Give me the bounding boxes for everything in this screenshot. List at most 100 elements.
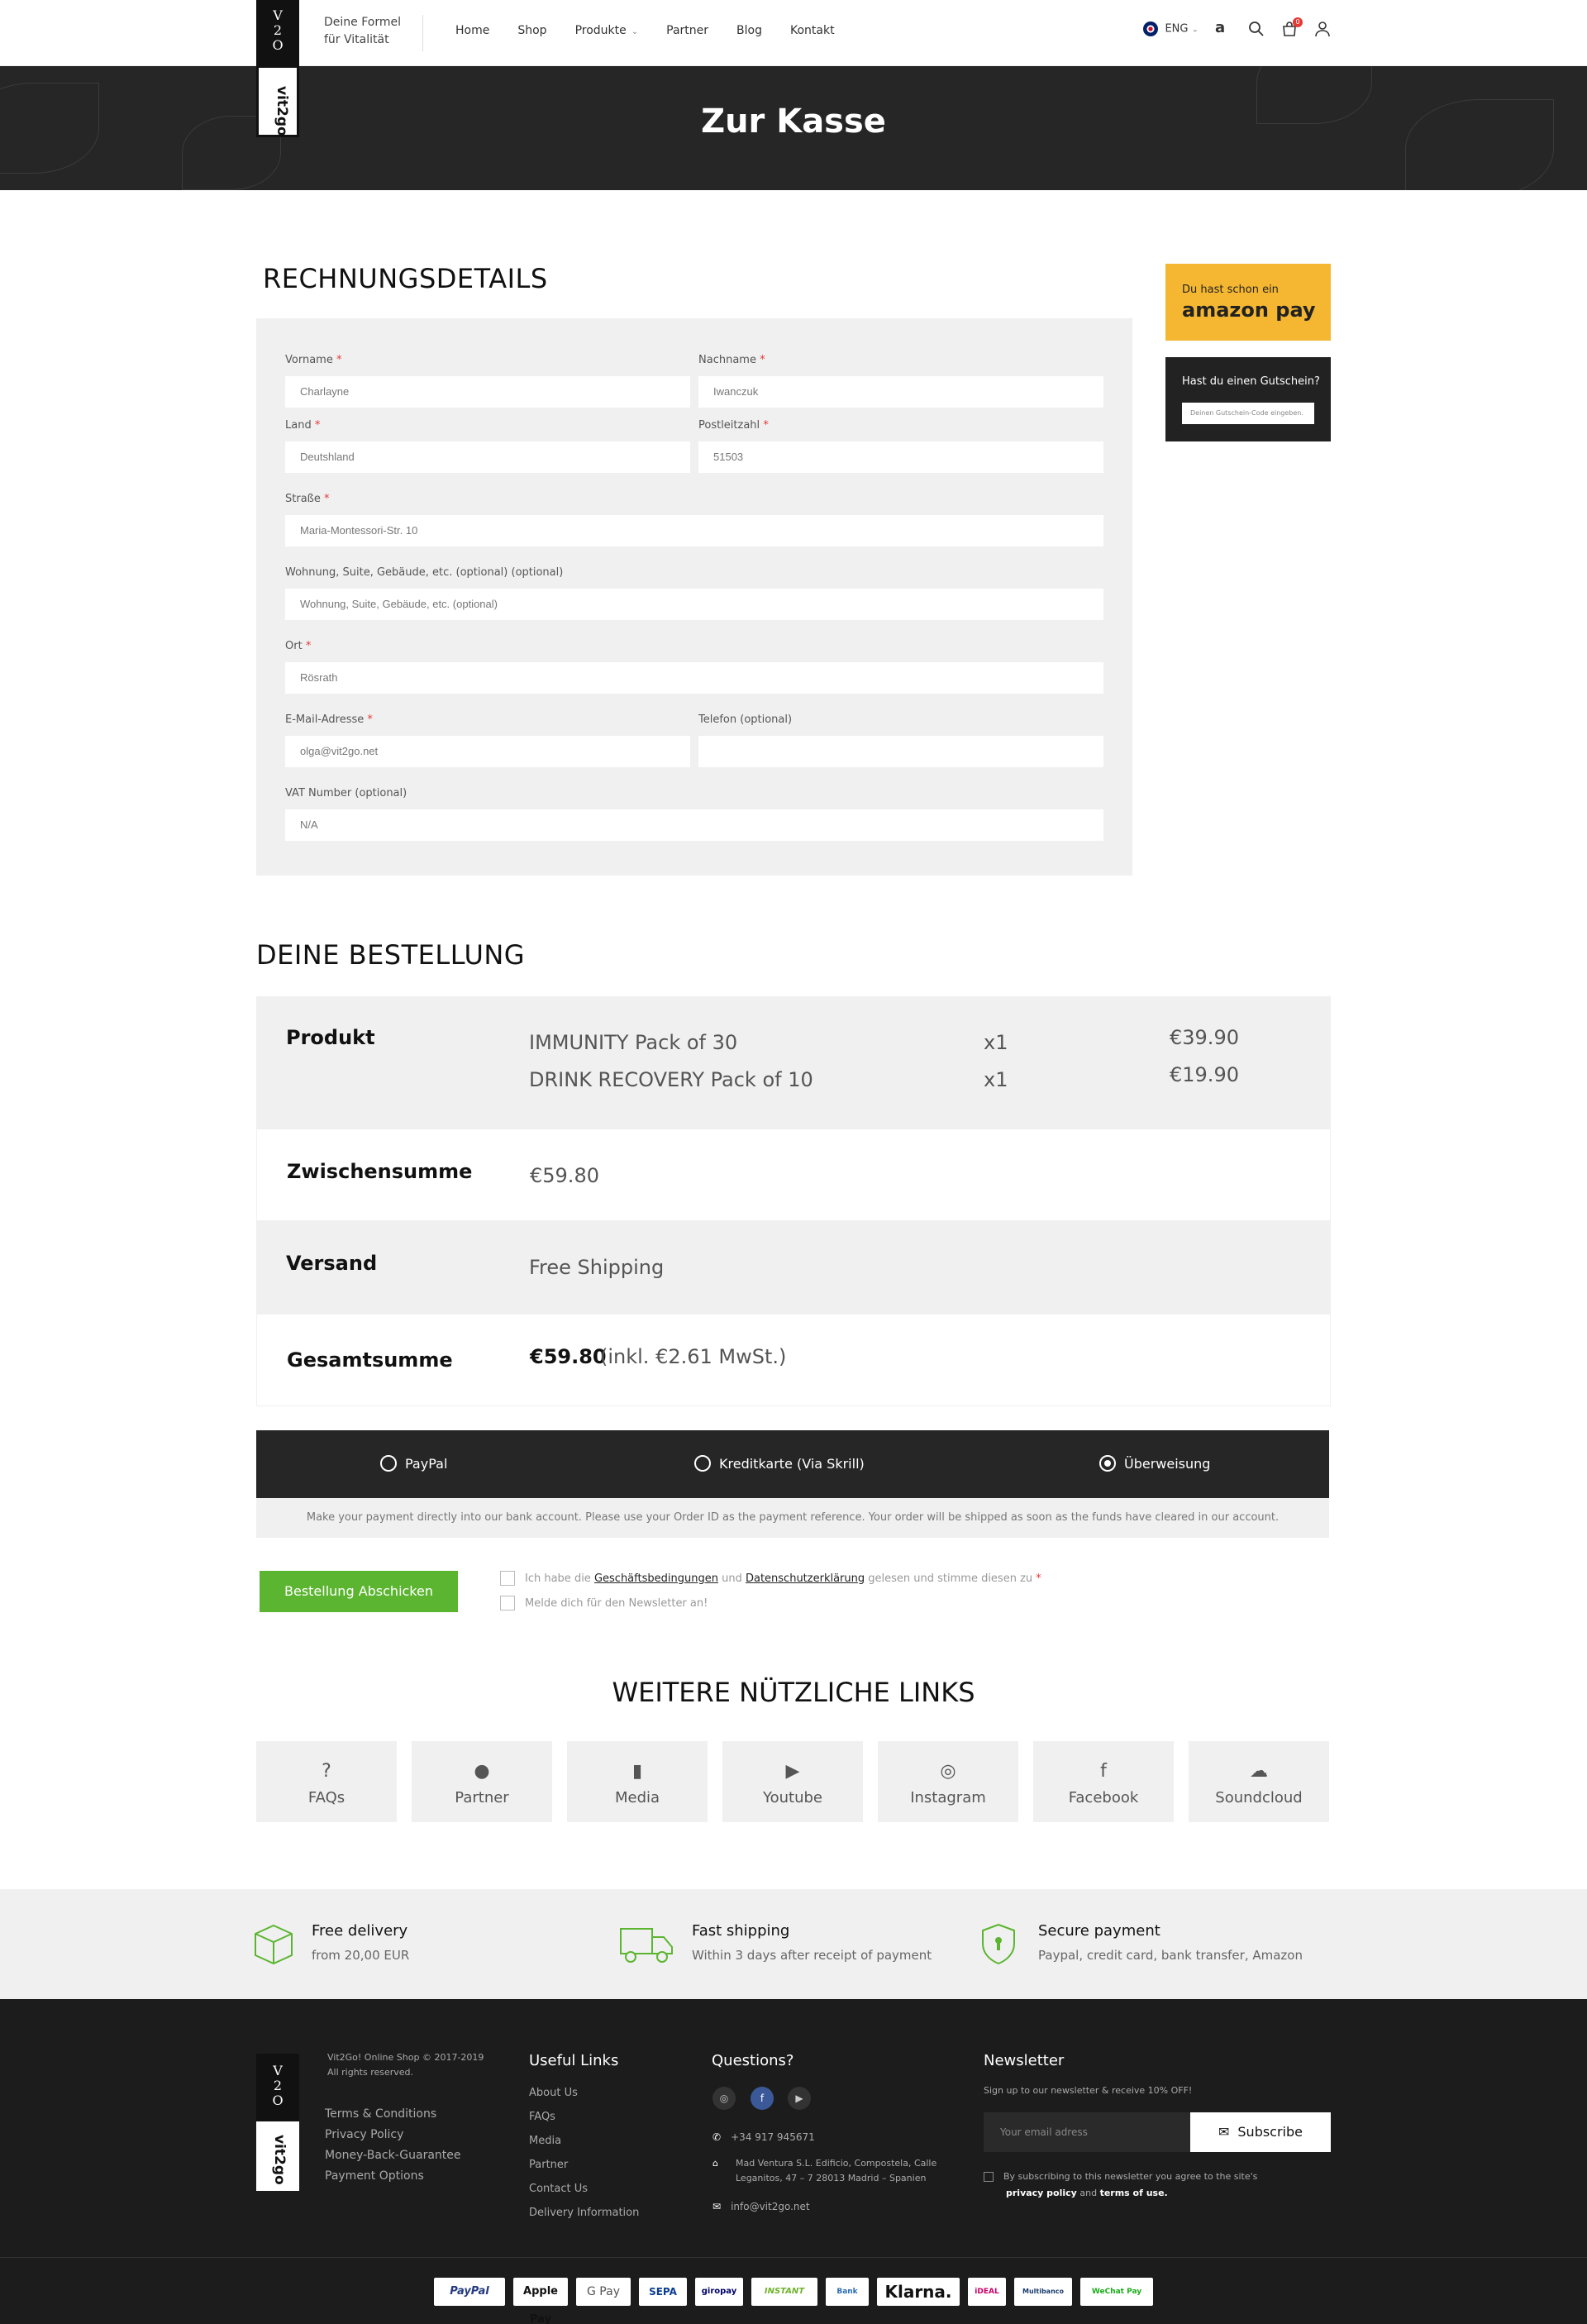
language-switcher[interactable]: ENG ⌄	[1143, 21, 1199, 36]
payment-option-label: PayPal	[405, 1455, 448, 1472]
ideal-logo: iDEAL	[968, 2278, 1006, 2306]
land-field[interactable]: Deutshland	[285, 441, 690, 473]
bank-transfer-logo: Bank	[826, 2278, 869, 2306]
terms-text: Ich habe die	[525, 1572, 591, 1585]
instagram-icon[interactable]: ◎	[712, 2087, 736, 2110]
shipping-label: Versand	[286, 1252, 378, 1275]
cart-icon[interactable]: 0	[1281, 17, 1303, 37]
payment-methods: PayPal Kreditkarte (Via Skrill) Überweis…	[256, 1430, 1329, 1498]
payment-option-label: Kreditkarte (Via Skrill)	[719, 1455, 865, 1472]
total-label: Gesamtsumme	[287, 1348, 453, 1372]
email-label-text: E-Mail-Adresse	[285, 713, 365, 726]
newsletter-consent-text: By subscribing to this newsletter you ag…	[984, 2169, 1314, 2202]
required-marker: *	[314, 419, 321, 432]
terms-checkbox[interactable]	[500, 1571, 515, 1586]
subscribe-button[interactable]: ✉ Subscribe	[1190, 2112, 1331, 2152]
footer-useful-link[interactable]: Contact Us	[529, 2183, 588, 2195]
radio-icon	[380, 1455, 397, 1472]
privacy-policy-link[interactable]: privacy policy	[1006, 2188, 1077, 2198]
email-field[interactable]: olga@vit2go.net	[285, 736, 690, 767]
submit-order-button[interactable]: Bestellung Abschicken	[260, 1571, 458, 1612]
plz-label: Postleitzahl *	[698, 419, 769, 432]
link-soundcloud[interactable]: ☁ Soundcloud	[1189, 1741, 1329, 1822]
footer-useful-link[interactable]: Delivery Information	[529, 2207, 639, 2219]
page-hero: Zur Kasse	[0, 66, 1587, 190]
strasse-label: Straße *	[285, 493, 330, 505]
account-icon[interactable]	[1314, 21, 1331, 37]
strasse-field[interactable]: Maria-Montessori-Str. 10	[285, 515, 1103, 546]
tagline: Deine Formel für Vitalität	[324, 14, 423, 49]
footer-useful-link[interactable]: Partner	[529, 2159, 568, 2171]
nav-blog[interactable]: Blog	[736, 24, 762, 37]
vat-label: VAT Number (optional)	[285, 787, 407, 799]
link-facebook[interactable]: f Facebook	[1033, 1741, 1174, 1822]
newsletter-email-input[interactable]: Your email adress	[984, 2112, 1190, 2152]
telefon-field[interactable]	[698, 736, 1103, 767]
amazon-pay-caption: Du hast schon ein	[1182, 284, 1279, 296]
shield-icon	[982, 1923, 1015, 1965]
footer-useful-link[interactable]: FAQs	[529, 2111, 555, 2123]
youtube-icon[interactable]: ▶	[788, 2087, 811, 2110]
nav-partner[interactable]: Partner	[666, 24, 708, 37]
nav-produkte[interactable]: Produkte ⌄	[575, 24, 639, 37]
link-partner[interactable]: ● Partner	[412, 1741, 552, 1822]
subtotal-label: Zwischensumme	[287, 1160, 473, 1183]
site-logo[interactable]: V2O vit2go	[256, 0, 299, 137]
wohnung-field[interactable]: Wohnung, Suite, Gebäude, etc. (optional)	[285, 589, 1103, 620]
footer-useful-link[interactable]: About Us	[529, 2087, 578, 2099]
payment-option-paypal[interactable]: PayPal	[380, 1455, 447, 1472]
vat-field[interactable]: N/A	[285, 809, 1103, 841]
nav-home[interactable]: Home	[455, 24, 489, 37]
feature-title: Secure payment	[1038, 1922, 1160, 1940]
apple-pay-logo: Apple Pay	[513, 2278, 568, 2324]
search-icon[interactable]	[1248, 21, 1265, 37]
multibanco-logo: Multibanco	[1014, 2278, 1072, 2306]
mail-icon: ✉	[712, 2201, 722, 2212]
terms-link[interactable]: Geschäftsbedingungen	[594, 1572, 718, 1585]
privacy-link[interactable]: Datenschutzerklärung	[746, 1572, 865, 1585]
telefon-label: Telefon (optional)	[698, 713, 793, 726]
terms-of-use-link[interactable]: terms of use.	[1100, 2188, 1168, 2198]
cart-count-badge: 0	[1293, 17, 1303, 27]
newsletter-consent-checkbox[interactable]	[984, 2172, 994, 2182]
payment-option-card[interactable]: Kreditkarte (Via Skrill)	[694, 1455, 865, 1472]
ort-field[interactable]: Rösrath	[285, 662, 1103, 694]
land-label: Land *	[285, 419, 320, 432]
billing-form: Vorname * Charlayne Nachname * Iwanczuk …	[256, 318, 1132, 876]
amazon-pay-button[interactable]: Du hast schon ein amazon pay	[1165, 264, 1331, 341]
vorname-field[interactable]: Charlayne	[285, 376, 690, 408]
footer-legal-link[interactable]: Money-Back-Guarantee	[325, 2149, 461, 2162]
newsletter-checkbox[interactable]	[500, 1596, 515, 1611]
plz-field[interactable]: 51503	[698, 441, 1103, 473]
nachname-field[interactable]: Iwanczuk	[698, 376, 1103, 408]
link-media[interactable]: ▮ Media	[567, 1741, 708, 1822]
nav-kontakt[interactable]: Kontakt	[790, 24, 835, 37]
footer-email[interactable]: ✉ info@vit2go.net	[712, 2201, 810, 2212]
footer-legal-link[interactable]: Terms & Conditions	[325, 2107, 436, 2121]
footer-logo[interactable]: V2O vit2go	[256, 2054, 299, 2191]
footer-useful-link[interactable]: Media	[529, 2135, 561, 2147]
address-line1: Mad Ventura S.L. Edificio, Compostela, C…	[736, 2158, 937, 2169]
copyright: Vit2Go! Online Shop © 2017-2019 All righ…	[327, 2050, 484, 2080]
amazon-icon[interactable]: a	[1215, 21, 1232, 37]
required-marker: *	[336, 354, 342, 366]
phone-number: +34 917 945671	[731, 2131, 815, 2143]
footer-phone[interactable]: ✆ +34 917 945671	[712, 2131, 815, 2143]
nav-shop[interactable]: Shop	[517, 24, 546, 37]
copyright-line2: All rights reserved.	[327, 2067, 414, 2078]
header-actions: ENG ⌄ a 0	[1143, 17, 1331, 37]
terms-text-end: gelesen und stimme diesen zu	[868, 1572, 1033, 1585]
logo-wordmark: vit2go	[271, 2135, 288, 2185]
footer-legal-link[interactable]: Payment Options	[325, 2169, 424, 2183]
link-youtube[interactable]: ▶ Youtube	[722, 1741, 863, 1822]
email-address: info@vit2go.net	[731, 2201, 810, 2212]
order-item-name: IMMUNITY Pack of 30	[529, 1031, 738, 1054]
required-marker: *	[305, 640, 312, 652]
payment-option-transfer[interactable]: Überweisung	[1099, 1455, 1210, 1472]
link-faqs[interactable]: ? FAQs	[256, 1741, 397, 1822]
footer-legal-link[interactable]: Privacy Policy	[325, 2128, 403, 2141]
coupon-input[interactable]: Deinen Gutschein-Code eingeben.	[1182, 403, 1314, 424]
facebook-icon[interactable]: f	[751, 2087, 774, 2110]
link-instagram[interactable]: ◎ Instagram	[878, 1741, 1018, 1822]
vorname-label: Vorname *	[285, 354, 341, 366]
